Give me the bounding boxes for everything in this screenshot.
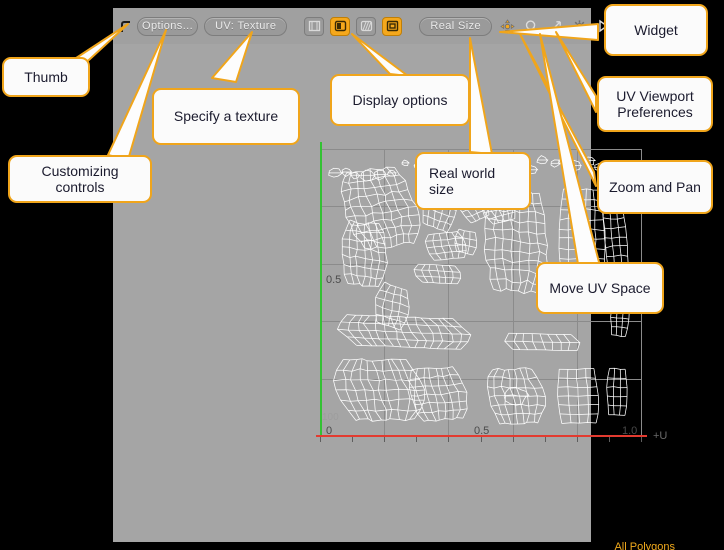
uv-border-icon[interactable] xyxy=(304,16,325,36)
uv-stripes-icon[interactable] xyxy=(356,16,377,36)
v-tick-05: 0.5 xyxy=(326,274,342,286)
zoom-magnifier-icon[interactable] xyxy=(522,16,540,36)
u-axis-tick xyxy=(352,437,353,442)
u-axis-tick xyxy=(384,437,385,442)
u-axis-tick xyxy=(320,437,321,442)
callout-zoom-and-pan: Zoom and Pan xyxy=(597,160,713,214)
uv-texture-icon[interactable] xyxy=(382,16,403,36)
options-button[interactable]: Options... xyxy=(137,16,199,36)
u-tick-0: 0 xyxy=(326,425,333,437)
u-axis-tick xyxy=(609,437,610,442)
callout-display-options: Display options xyxy=(330,74,470,126)
callout-customizing-controls: Customizing controls xyxy=(8,155,152,203)
u-axis-tick xyxy=(481,437,482,442)
callout-thumb: Thumb xyxy=(2,57,90,97)
callout-real-world-size: Real world size xyxy=(415,152,531,210)
u-axis-caption: +U xyxy=(653,430,668,442)
callout-specify-texture: Specify a texture xyxy=(152,88,300,145)
callout-widget: Widget xyxy=(604,4,708,56)
u-axis-tick xyxy=(416,437,417,442)
uv-toolbar[interactable]: Options... UV: Texture Real Size xyxy=(113,8,609,44)
u-tick-05: 0.5 xyxy=(474,425,490,437)
status-selection-mode: All Polygons xyxy=(614,541,675,550)
callout-uv-viewport-preferences: UV Viewport Preferences xyxy=(597,76,713,132)
callout-move-uv-space: Move UV Space xyxy=(536,262,664,314)
u-tick-10: 1.0 xyxy=(622,425,638,437)
uv-shading-icon[interactable] xyxy=(330,16,351,36)
real-size-button[interactable]: Real Size xyxy=(419,16,493,36)
u-axis-tick xyxy=(448,437,449,442)
u-axis-tick xyxy=(577,437,578,442)
thumb-handle-icon[interactable] xyxy=(119,19,131,33)
pan-arrows-icon[interactable] xyxy=(546,16,564,36)
u-axis-tick xyxy=(545,437,546,442)
screenshot-root: 0 0.5 1.0 0.5 +U 100 Geometry Snap : Cre… xyxy=(0,0,724,550)
move-widget-icon[interactable] xyxy=(498,16,516,36)
u-axis-tick xyxy=(513,437,514,442)
texture-selector-button[interactable]: UV: Texture xyxy=(204,16,288,36)
viewport-preferences-gear-icon[interactable] xyxy=(570,16,588,36)
u-axis-tick xyxy=(641,437,642,442)
grid-watermark: 100 xyxy=(322,412,339,423)
